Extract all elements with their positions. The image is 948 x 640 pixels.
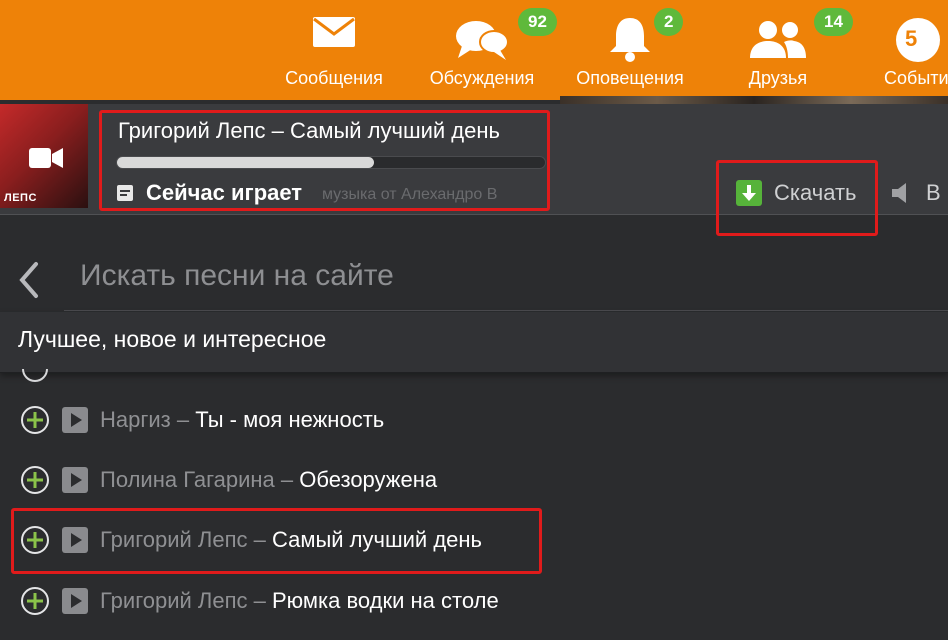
track-title: Рюмка водки на столе	[271, 588, 499, 613]
video-camera-icon	[29, 148, 63, 168]
track-row[interactable]: Григорий Лепс – Рюмка водки на столе	[0, 576, 948, 626]
bell-icon	[610, 18, 650, 62]
volume-label[interactable]: В	[926, 180, 941, 206]
envelope-icon	[313, 17, 355, 47]
track-artist: Наргиз	[100, 407, 171, 432]
track-info: Полина Гагарина – Обезоружена	[100, 467, 438, 492]
add-track-icon[interactable]	[20, 405, 50, 435]
track-row-highlighted[interactable]: Григорий Лепс – Самый лучший день	[0, 515, 948, 565]
play-icon[interactable]	[62, 407, 88, 433]
now-playing-title: Григорий Лепс – Самый лучший день	[118, 118, 500, 143]
album-cover[interactable]: ЛЕПС	[0, 104, 88, 208]
add-track-icon[interactable]	[20, 586, 50, 616]
play-icon[interactable]	[62, 588, 88, 614]
nav-discussions-label: Обсуждения	[429, 68, 535, 88]
nav-messages-label: Сообщения	[285, 68, 383, 88]
track-title: Самый лучший день	[271, 527, 482, 552]
track-artist: Григорий Лепс	[100, 588, 248, 613]
events-icon: 5	[896, 18, 940, 62]
play-icon[interactable]	[62, 527, 88, 553]
playback-progress[interactable]	[116, 156, 546, 169]
nav-events-label: События	[884, 68, 948, 88]
search-underline	[64, 310, 948, 311]
back-chevron-icon[interactable]	[16, 260, 40, 300]
now-playing-status[interactable]: Сейчас играет	[146, 180, 302, 206]
track-row[interactable]: Наргиз – Ты - моя нежность	[0, 395, 948, 445]
discussions-badge: 92	[518, 8, 557, 36]
nav-events[interactable]: 5 События	[878, 0, 948, 100]
track-info: Григорий Лепс – Рюмка водки на столе	[100, 588, 499, 613]
nav-messages[interactable]: Сообщения	[272, 0, 396, 100]
friends-icon	[750, 21, 806, 58]
track-row[interactable]: Полина Гагарина – Обезоружена	[0, 455, 948, 505]
events-badge: 5	[905, 26, 918, 51]
chat-bubbles-icon	[456, 21, 509, 60]
download-icon[interactable]	[736, 180, 762, 206]
speaker-icon[interactable]	[890, 183, 912, 203]
track-title: Ты - моя нежность	[195, 407, 385, 432]
nav-notifications-label: Оповещения	[576, 68, 684, 88]
top-nav-bar: Сообщения Обсуждения 92 Оповещения 2 Дру…	[0, 0, 948, 100]
track-artist: Полина Гагарина	[100, 467, 275, 492]
header-photo-strip	[560, 96, 948, 104]
track-artist: Григорий Лепс	[100, 527, 248, 552]
section-title: Лучшее, новое и интересное	[18, 326, 327, 352]
download-button[interactable]: Скачать	[774, 180, 857, 206]
add-track-icon[interactable]	[20, 465, 50, 495]
album-caption: ЛЕПС	[4, 192, 37, 204]
nav-friends[interactable]: Друзья	[728, 0, 828, 100]
add-track-icon[interactable]	[20, 525, 50, 555]
music-source[interactable]: музыка от Алехандро В	[322, 186, 497, 204]
song-search-input[interactable]	[64, 240, 948, 312]
friends-badge: 14	[814, 8, 853, 36]
play-icon[interactable]	[62, 467, 88, 493]
track-title: Обезоружена	[299, 467, 438, 492]
nav-friends-label: Друзья	[748, 68, 808, 88]
track-info: Наргиз – Ты - моя нежность	[100, 407, 385, 432]
playback-progress-fill	[117, 157, 374, 168]
playlist-icon	[117, 185, 133, 201]
track-info: Григорий Лепс – Самый лучший день	[100, 527, 482, 552]
